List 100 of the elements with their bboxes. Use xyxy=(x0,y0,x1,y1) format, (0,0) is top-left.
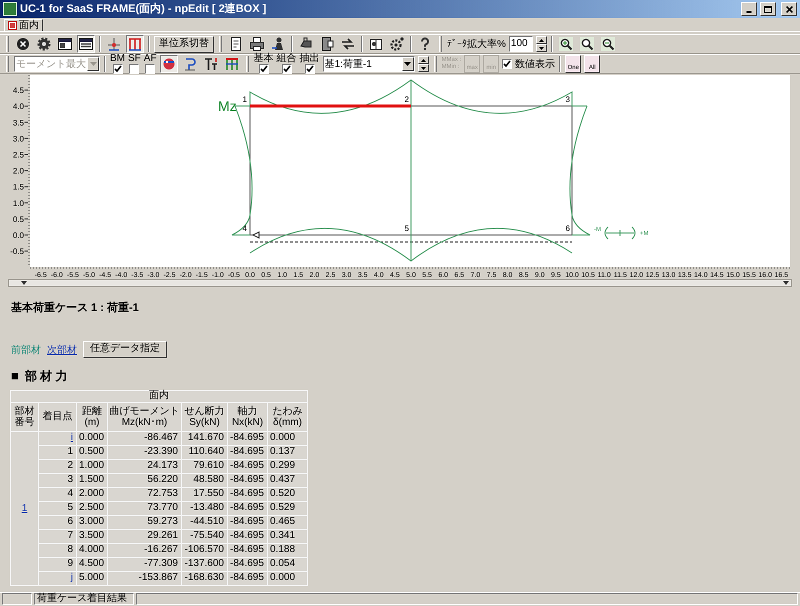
case-title: 基本荷重ケース 1 : 荷重-1 xyxy=(11,300,140,316)
toolbar-button[interactable] xyxy=(598,35,617,53)
axis-tick-label: 1.0 xyxy=(12,198,24,208)
table-cell: 0.000 xyxy=(268,431,308,445)
checkbox[interactable] xyxy=(145,64,156,74)
person-icon xyxy=(270,36,286,52)
toolbar-button[interactable] xyxy=(77,35,95,53)
column-header: 軸力 Nx(kN) xyxy=(228,402,268,431)
tab[interactable]: 面内 xyxy=(4,19,43,31)
table-cell: 0.137 xyxy=(268,445,308,459)
table-cell: 79.610 xyxy=(182,459,228,473)
toolbar-button[interactable] xyxy=(248,35,266,53)
checkbox[interactable] xyxy=(502,59,512,69)
node-number: 4 xyxy=(242,224,247,233)
toolbar-button[interactable] xyxy=(160,55,178,73)
table-cell: -84.695 xyxy=(228,543,268,557)
axis-tick-label: 0.5 xyxy=(12,214,24,224)
table-cell: -84.695 xyxy=(228,529,268,543)
stop-icon xyxy=(15,36,31,52)
table-cell: 2 xyxy=(38,459,76,473)
dropdown[interactable]: 基1:荷重-1 xyxy=(322,56,415,72)
support-icon xyxy=(252,231,260,239)
table-cell: 1 xyxy=(38,445,76,459)
table-cell: 0.465 xyxy=(268,515,308,529)
column-group-header: 面内 xyxy=(10,390,308,402)
axis-tick-label: 4.5 xyxy=(12,86,24,96)
down-arrow-icon xyxy=(420,66,426,70)
point-link[interactable]: i xyxy=(70,432,73,443)
column-header: せん断力 Sy(kN) xyxy=(182,402,228,431)
section-title: 部 材 力 xyxy=(24,368,68,384)
zoom-rate-label: ﾃﾞｰﾀ拡大率% xyxy=(447,38,506,52)
node-icon xyxy=(106,36,122,52)
node-number: 6 xyxy=(566,224,570,233)
table-cell: 4 xyxy=(38,487,76,501)
node-number: 5 xyxy=(404,224,409,233)
spinner[interactable] xyxy=(536,36,547,52)
table-cell: -137.600 xyxy=(182,557,228,571)
toolbar-button[interactable] xyxy=(556,35,575,53)
table-cell: 7 xyxy=(38,529,76,543)
table-cell: 3.500 xyxy=(76,529,108,543)
checkbox[interactable] xyxy=(129,64,140,74)
table-cell: 0.000 xyxy=(76,431,108,445)
checkbox-label: BM xyxy=(110,54,125,63)
close-button[interactable] xyxy=(781,2,797,16)
close-icon xyxy=(786,6,792,12)
checkbox-label: 基本 xyxy=(254,54,274,63)
toolbar-button[interactable] xyxy=(126,35,144,53)
column-header: 曲げモーメント Mz(kN･m) xyxy=(108,402,182,431)
table-cell: 1.500 xyxy=(76,473,108,487)
table-cell: 8 xyxy=(38,543,76,557)
frame-icon xyxy=(127,36,143,52)
table-cell: 3 xyxy=(38,473,76,487)
node-number: 3 xyxy=(566,95,570,104)
member-link[interactable]: 1 xyxy=(22,502,28,514)
member-link[interactable]: 次部材 xyxy=(47,342,77,358)
spinner[interactable] xyxy=(418,56,429,72)
table-cell: -84.695 xyxy=(228,445,268,459)
checkbox[interactable] xyxy=(282,64,292,74)
table-cell: -77.309 xyxy=(108,557,182,571)
axis-tick-label: 0.0 xyxy=(12,231,24,240)
caret-icon xyxy=(90,62,96,66)
table-cell: 59.273 xyxy=(108,515,182,529)
table-cell: 0.500 xyxy=(76,445,108,459)
table-cell: -84.695 xyxy=(228,431,268,445)
horizontal-scrollbar[interactable] xyxy=(8,279,792,287)
checkbox[interactable] xyxy=(112,64,122,74)
axis-tick-label: 3.0 xyxy=(12,134,24,144)
checkbox-label: SF xyxy=(128,54,141,63)
table-cell: 17.550 xyxy=(182,487,228,501)
custom-data-button[interactable]: 任意データ指定 xyxy=(83,340,167,358)
column-header: たわみ δ(mm) xyxy=(268,402,308,431)
checkbox[interactable] xyxy=(304,64,315,74)
table-cell: -153.867 xyxy=(108,571,182,585)
point-link[interactable]: j xyxy=(70,572,73,583)
toolbar-button[interactable] xyxy=(578,35,596,53)
up-arrow-icon xyxy=(538,38,544,42)
table-cell: 2.000 xyxy=(76,487,108,501)
checkbox[interactable] xyxy=(258,64,269,74)
moment-sign-icon xyxy=(604,226,636,240)
table-cell: 0.188 xyxy=(268,543,308,557)
up-arrow-icon xyxy=(420,58,426,62)
table-cell: -84.695 xyxy=(228,571,268,585)
toolbar-button[interactable] xyxy=(56,35,74,53)
window-title: UC-1 for SaaS FRAME(面内) - npEdit [ 2連BOX ] xyxy=(20,2,268,17)
table-cell: 4.500 xyxy=(76,557,108,571)
zoom-rate-field[interactable]: 100 xyxy=(508,36,533,52)
unit-switch-button[interactable]: 単位系切替 xyxy=(154,36,214,52)
bullet-icon: ■ xyxy=(11,369,19,382)
table-cell: -13.480 xyxy=(182,501,228,515)
ball-icon xyxy=(160,56,177,72)
table-cell: 72.753 xyxy=(108,487,182,501)
toolbar-button[interactable] xyxy=(14,35,32,53)
status-panel: 荷重ケース着目結果 xyxy=(34,593,134,605)
table-cell: -84.695 xyxy=(228,557,268,571)
right-arrow-icon xyxy=(783,281,789,285)
table-cell: 0.529 xyxy=(268,501,308,515)
maximize-button[interactable] xyxy=(760,2,776,16)
minimize-button[interactable] xyxy=(741,2,757,16)
table-cell: -16.267 xyxy=(108,543,182,557)
column-header: 着目点 xyxy=(38,402,76,431)
